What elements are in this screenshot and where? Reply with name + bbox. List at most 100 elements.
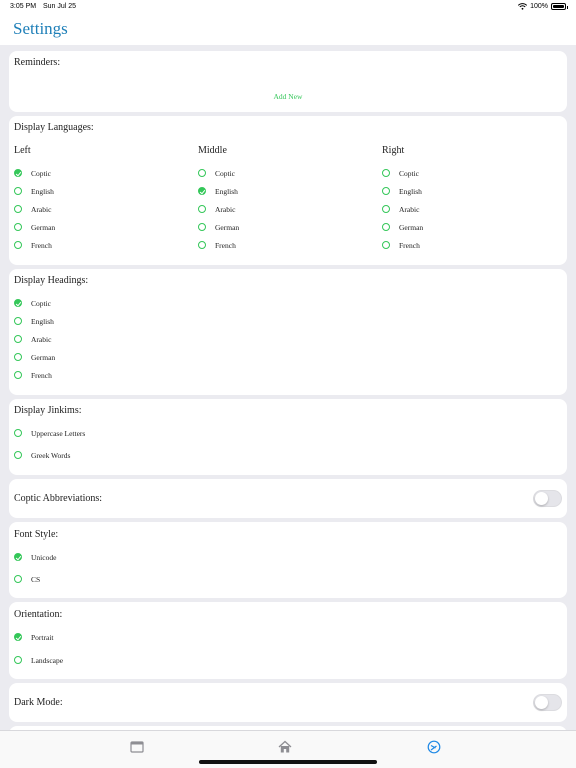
radio-option-german[interactable]: German	[198, 222, 239, 232]
radio-empty-icon[interactable]	[14, 429, 22, 437]
radio-option-coptic[interactable]: Coptic	[198, 168, 235, 178]
radio-option-french[interactable]: French	[14, 370, 52, 380]
radio-empty-icon[interactable]	[14, 205, 22, 213]
dark-mode-label: Dark Mode:	[14, 697, 63, 708]
calendar-icon[interactable]	[130, 740, 144, 754]
radio-empty-icon[interactable]	[382, 205, 390, 213]
status-date: Sun Jul 25	[43, 3, 77, 10]
radio-empty-icon[interactable]	[382, 241, 390, 249]
radio-option-german[interactable]: German	[14, 352, 55, 362]
radio-option-german[interactable]: German	[14, 222, 55, 232]
radio-option-greek-words[interactable]: Greek Words	[14, 450, 70, 460]
radio-empty-icon[interactable]	[14, 317, 22, 325]
radio-option-label: Arabic	[31, 334, 52, 344]
radio-option-label: French	[31, 240, 52, 250]
display-headings-title: Display Headings:	[14, 275, 89, 286]
radio-option-label: English	[31, 316, 54, 326]
radio-option-arabic[interactable]: Arabic	[14, 334, 51, 344]
radio-option-french[interactable]: French	[382, 240, 420, 250]
radio-empty-icon[interactable]	[14, 353, 22, 361]
radio-empty-icon[interactable]	[14, 335, 22, 343]
radio-option-label: Portrait	[31, 632, 54, 642]
radio-empty-icon[interactable]	[14, 656, 22, 664]
middle-column-header: Middle	[198, 145, 227, 156]
radio-option-label: Coptic	[31, 168, 51, 178]
radio-empty-icon[interactable]	[14, 371, 22, 379]
radio-option-french[interactable]: French	[198, 240, 236, 250]
radio-option-portrait[interactable]: Portrait	[14, 632, 54, 642]
display-headings-card: Display Headings: Coptic English Arabic Ger…	[9, 269, 567, 395]
radio-empty-icon[interactable]	[198, 205, 206, 213]
settings-gauge-icon[interactable]	[427, 740, 441, 754]
radio-empty-icon[interactable]	[198, 169, 206, 177]
radio-option-arabic[interactable]: Arabic	[382, 204, 419, 214]
radio-option-label: Greek Words	[31, 450, 71, 460]
radio-option-label: German	[215, 222, 240, 232]
radio-empty-icon[interactable]	[14, 575, 22, 583]
battery-icon	[551, 3, 568, 10]
radio-option-label: German	[31, 222, 56, 232]
orientation-card: Orientation: Portrait Landscape	[9, 602, 567, 679]
radio-option-german[interactable]: German	[382, 222, 423, 232]
radio-checked-icon[interactable]	[14, 633, 22, 641]
radio-empty-icon[interactable]	[198, 241, 206, 249]
radio-option-cs[interactable]: CS	[14, 574, 40, 584]
radio-option-coptic[interactable]: Coptic	[382, 168, 419, 178]
radio-empty-icon[interactable]	[382, 223, 390, 231]
orientation-title: Orientation:	[14, 609, 63, 620]
radio-option-label: French	[399, 240, 420, 250]
reminders-title: Reminders:	[14, 57, 61, 68]
toggle-knob	[535, 696, 548, 709]
radio-option-label: Uppercase Letters	[31, 428, 86, 438]
radio-option-label: Arabic	[215, 204, 236, 214]
radio-empty-icon[interactable]	[14, 223, 22, 231]
settings-scroll-view[interactable]: Reminders: Add New Display Languages: Le…	[0, 45, 576, 730]
radio-option-label: Unicode	[31, 552, 57, 562]
radio-option-uppercase-letters[interactable]: Uppercase Letters	[14, 428, 85, 438]
radio-option-landscape[interactable]: Landscape	[14, 655, 63, 665]
radio-empty-icon[interactable]	[14, 187, 22, 195]
dark-mode-toggle[interactable]	[533, 694, 562, 711]
home-icon[interactable]	[278, 740, 292, 754]
radio-option-english[interactable]: English	[382, 186, 422, 196]
radio-option-label: Coptic	[31, 298, 51, 308]
radio-option-arabic[interactable]: Arabic	[14, 204, 51, 214]
radio-empty-icon[interactable]	[382, 187, 390, 195]
wifi-icon	[518, 3, 528, 10]
radio-option-english[interactable]: English	[14, 186, 54, 196]
coptic-abbreviations-label: Coptic Abbreviations:	[14, 493, 103, 504]
status-right: 100%	[518, 3, 568, 10]
radio-option-label: German	[399, 222, 424, 232]
font-style-card: Font Style: Unicode CS	[9, 522, 567, 598]
radio-empty-icon[interactable]	[14, 451, 22, 459]
radio-option-french[interactable]: French	[14, 240, 52, 250]
radio-option-label: French	[31, 370, 52, 380]
radio-empty-icon[interactable]	[14, 241, 22, 249]
radio-empty-icon[interactable]	[198, 223, 206, 231]
add-new-reminder-button[interactable]: Add New	[9, 92, 567, 101]
display-jinkims-card: Display Jinkims: Uppercase Letters Greek …	[9, 399, 567, 475]
radio-option-coptic[interactable]: Coptic	[14, 168, 51, 178]
radio-option-label: CS	[31, 574, 41, 584]
radio-option-english[interactable]: English	[198, 186, 238, 196]
radio-checked-icon[interactable]	[14, 299, 22, 307]
radio-option-english[interactable]: English	[14, 316, 54, 326]
radio-checked-icon[interactable]	[198, 187, 206, 195]
radio-checked-icon[interactable]	[14, 553, 22, 561]
radio-option-unicode[interactable]: Unicode	[14, 552, 56, 562]
radio-option-label: English	[31, 186, 54, 196]
radio-option-label: Arabic	[399, 204, 420, 214]
radio-option-label: Coptic	[399, 168, 419, 178]
radio-option-coptic[interactable]: Coptic	[14, 298, 51, 308]
dark-mode-card: Dark Mode:	[9, 683, 567, 722]
status-time: 3:05 PM	[10, 3, 37, 10]
radio-checked-icon[interactable]	[14, 169, 22, 177]
radio-option-label: Landscape	[31, 655, 64, 665]
navigation-header: Settings	[0, 14, 576, 45]
left-column-header: Left	[14, 145, 31, 156]
home-indicator	[199, 760, 377, 764]
radio-option-arabic[interactable]: Arabic	[198, 204, 235, 214]
coptic-abbreviations-toggle[interactable]	[533, 490, 562, 507]
radio-empty-icon[interactable]	[382, 169, 390, 177]
display-languages-card: Display Languages: Left Middle Right Cop…	[9, 116, 567, 265]
